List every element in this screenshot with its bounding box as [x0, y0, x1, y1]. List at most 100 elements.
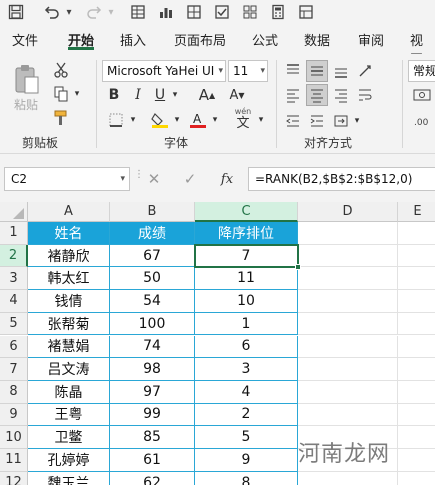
row-header-5[interactable]: 5 [0, 312, 28, 336]
number-format-combo[interactable]: 常规 [408, 60, 435, 82]
fill-handle[interactable] [295, 264, 301, 271]
empty-cell[interactable] [398, 222, 435, 245]
decrease-indent-icon[interactable] [282, 110, 304, 132]
form-icon[interactable] [128, 2, 148, 22]
row-header-9[interactable]: 9 [0, 403, 28, 427]
table-cell[interactable]: 钱倩 [28, 290, 110, 313]
empty-cell[interactable] [398, 381, 435, 404]
tab-formulas[interactable]: 公式 [252, 30, 278, 49]
copy-icon[interactable] [52, 84, 70, 104]
select-all-button[interactable] [0, 202, 28, 222]
tab-data[interactable]: 数据 [304, 30, 330, 49]
table-cell[interactable]: 张帮菊 [28, 312, 110, 336]
header-cell[interactable]: 降序排位 [195, 222, 298, 245]
table-cell[interactable]: 褚慧娟 [28, 335, 110, 359]
align-middle-icon[interactable] [306, 60, 328, 82]
empty-cell[interactable] [298, 290, 398, 313]
row-header-1[interactable]: 1 [0, 222, 28, 245]
font-size-combo[interactable]: 11 ▾ [228, 60, 268, 82]
table-cell[interactable]: 62 [110, 471, 195, 485]
table-cell[interactable]: 98 [110, 358, 195, 381]
grid-icon[interactable] [240, 2, 260, 22]
wrap-text-icon[interactable] [354, 84, 376, 106]
table-cell[interactable]: 5 [195, 426, 298, 449]
empty-cell[interactable] [398, 426, 435, 449]
empty-cell[interactable] [298, 335, 398, 359]
confirm-icon[interactable]: ✓ [180, 168, 200, 190]
align-top-icon[interactable] [282, 60, 304, 82]
table-icon[interactable] [184, 2, 204, 22]
row-header-4[interactable]: 4 [0, 290, 28, 313]
empty-cell[interactable] [298, 244, 398, 268]
empty-cell[interactable] [398, 245, 435, 268]
checklist-icon[interactable] [212, 2, 232, 22]
undo-icon[interactable] [42, 2, 62, 22]
bold-icon[interactable]: B [104, 84, 124, 106]
redo-icon[interactable] [84, 2, 104, 22]
table-cell[interactable]: 7 [195, 244, 298, 268]
font-name-combo[interactable]: Microsoft YaHei UI ▾ [102, 60, 226, 82]
table-cell[interactable]: 孔婷婷 [28, 449, 110, 472]
borders-dropdown-icon[interactable]: ▾ [128, 112, 138, 128]
row-header-3[interactable]: 3 [0, 267, 28, 291]
underline-icon[interactable]: U [150, 84, 170, 106]
table-cell[interactable]: 97 [110, 380, 195, 404]
italic-icon[interactable]: I [128, 84, 148, 106]
orientation-icon[interactable] [354, 60, 376, 82]
empty-cell[interactable] [298, 471, 398, 485]
empty-cell[interactable] [398, 267, 435, 291]
cancel-icon[interactable]: ✕ [144, 168, 164, 190]
table-cell[interactable]: 4 [195, 380, 298, 404]
table-cell[interactable]: 11 [195, 267, 298, 291]
table-cell[interactable]: 100 [110, 312, 195, 336]
borders-icon[interactable] [104, 110, 128, 130]
chart-icon[interactable] [156, 2, 176, 22]
table-cell[interactable]: 50 [110, 267, 195, 291]
table-cell[interactable]: 韩太红 [28, 267, 110, 291]
table-cell[interactable]: 8 [195, 471, 298, 485]
redo-dropdown-icon[interactable]: ▾ [106, 2, 116, 22]
table-cell[interactable]: 67 [110, 244, 195, 268]
column-header-b[interactable]: B [110, 202, 195, 222]
align-left-icon[interactable] [282, 84, 304, 106]
resize-handle-icon[interactable]: ⋮ [134, 170, 144, 186]
column-header-d[interactable]: D [298, 202, 398, 222]
align-bottom-icon[interactable] [330, 60, 352, 82]
fill-color-dropdown-icon[interactable]: ▾ [172, 112, 182, 128]
phonetic-dropdown-icon[interactable]: ▾ [256, 112, 266, 128]
insert-function-icon[interactable]: fx [216, 168, 238, 190]
table-cell[interactable]: 1 [195, 312, 298, 336]
header-cell[interactable]: 姓名 [28, 222, 110, 245]
save-icon[interactable] [6, 2, 26, 22]
column-header-e[interactable]: E [398, 202, 435, 222]
table-cell[interactable]: 9 [195, 449, 298, 472]
row-header-6[interactable]: 6 [0, 335, 28, 359]
paste-label[interactable]: 粘贴 [14, 96, 38, 113]
phonetic-guide-icon[interactable]: wén 文 [230, 106, 256, 132]
row-header-11[interactable]: 11 [0, 449, 28, 472]
table-cell[interactable]: 卫鳖 [28, 426, 110, 449]
table-cell[interactable]: 54 [110, 290, 195, 313]
table-cell[interactable]: 10 [195, 290, 298, 313]
row-header-8[interactable]: 8 [0, 380, 28, 404]
calc-icon[interactable] [268, 2, 288, 22]
table-cell[interactable]: 王粤 [28, 403, 110, 427]
font-color-icon[interactable]: A [186, 110, 210, 130]
table-cell[interactable]: 2 [195, 403, 298, 427]
empty-cell[interactable] [298, 222, 398, 245]
decimal-icon[interactable]: .00 [410, 110, 434, 132]
empty-cell[interactable] [398, 358, 435, 381]
increase-indent-icon[interactable] [306, 110, 328, 132]
empty-cell[interactable] [398, 336, 435, 359]
table-cell[interactable]: 魏玉兰 [28, 471, 110, 485]
tab-file[interactable]: 文件 [12, 30, 38, 49]
empty-cell[interactable] [398, 290, 435, 313]
tab-insert[interactable]: 插入 [120, 30, 146, 49]
table-cell[interactable]: 85 [110, 426, 195, 449]
table-cell[interactable]: 3 [195, 358, 298, 381]
empty-cell[interactable] [298, 312, 398, 336]
currency-icon[interactable] [410, 84, 434, 106]
empty-cell[interactable] [398, 404, 435, 427]
empty-cell[interactable] [398, 313, 435, 336]
row-header-7[interactable]: 7 [0, 358, 28, 381]
